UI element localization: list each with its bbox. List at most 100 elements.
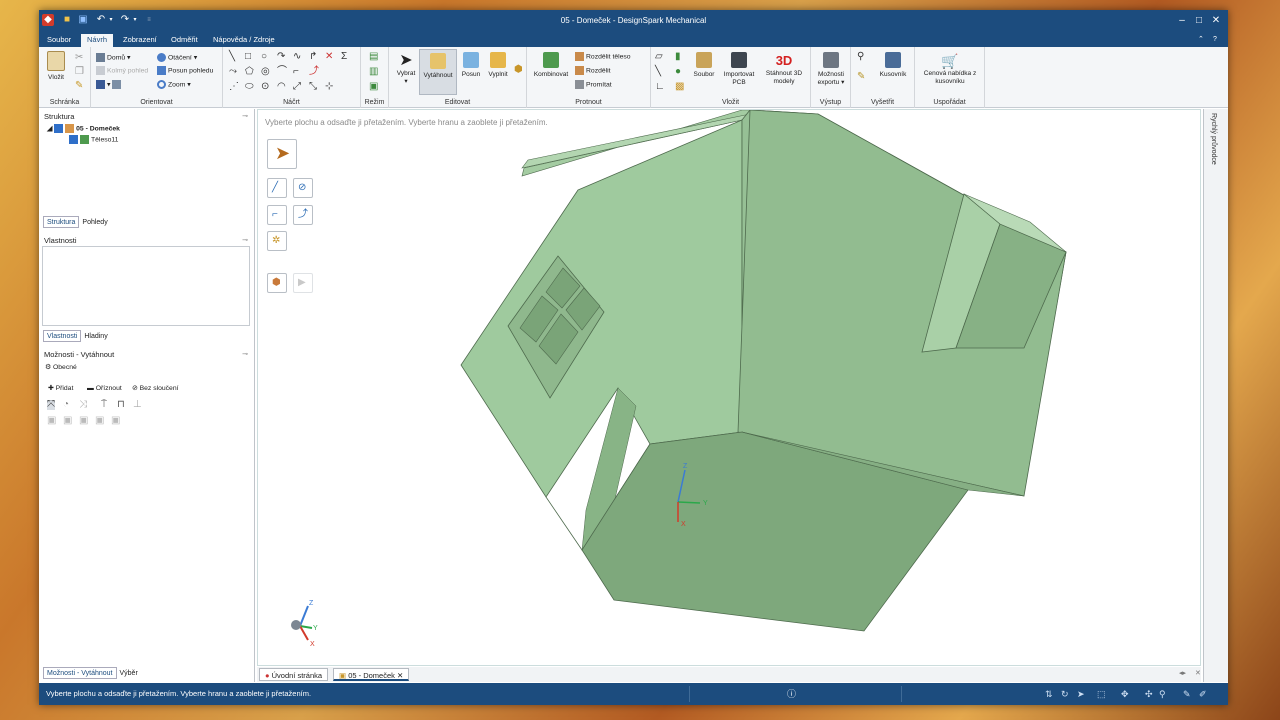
- pin-icon[interactable]: ⊸: [242, 112, 248, 120]
- sketch-status-icon[interactable]: ✎: [1183, 689, 1191, 699]
- pin-icon[interactable]: ⊸: [242, 350, 248, 358]
- extend-tool-icon[interactable]: ⤴: [309, 67, 319, 77]
- spin-button[interactable]: Otáčení ▾: [157, 53, 197, 63]
- paste-button[interactable]: Vložit: [44, 51, 68, 82]
- cut-option[interactable]: ▬ Oříznout: [87, 384, 122, 394]
- select-mode-icon[interactable]: ⇅: [1045, 689, 1053, 699]
- tab-vyber[interactable]: Výběr: [117, 668, 141, 680]
- maximize-icon[interactable]: □: [1192, 14, 1206, 28]
- tab-scroll-icon[interactable]: ◂▸: [1179, 669, 1186, 679]
- general-section[interactable]: ⚙ Obecné: [45, 363, 77, 373]
- line-tool-icon[interactable]: ╲: [229, 52, 235, 62]
- revolve-option-icon[interactable]: ◔: [63, 400, 69, 410]
- tab-struktura[interactable]: Struktura: [43, 216, 80, 228]
- circle-tool-icon[interactable]: ○: [261, 52, 267, 62]
- sweep-option-icon[interactable]: ⤨: [79, 400, 87, 410]
- offset-tool-icon[interactable]: ↱: [309, 52, 317, 62]
- export-options-button[interactable]: Možnosti exportu ▾: [813, 52, 849, 87]
- pivot-option-icon[interactable]: ⊥: [133, 400, 142, 410]
- tab-soubor[interactable]: Soubor: [41, 34, 77, 47]
- sphere-icon[interactable]: ●: [675, 67, 681, 77]
- pan-button[interactable]: Posun pohledu: [157, 66, 213, 76]
- scale-tool-icon[interactable]: ⤢: [293, 82, 301, 92]
- checkbox-icon[interactable]: [69, 135, 78, 144]
- bom-button[interactable]: Kusovník: [875, 52, 911, 79]
- close-icon[interactable]: ✕: [1209, 14, 1223, 28]
- select-button[interactable]: ➤ Vybrat ▾: [393, 52, 419, 86]
- tree-child[interactable]: Těleso11: [69, 135, 118, 145]
- polygon-tool-icon[interactable]: ⬠: [245, 67, 254, 77]
- axis-icon[interactable]: ╲: [655, 67, 661, 77]
- format-painter-icon[interactable]: ✎: [75, 81, 83, 91]
- equation-tool-icon[interactable]: Σ: [341, 52, 347, 62]
- house-model[interactable]: Z Y X Z Y X: [258, 110, 1202, 667]
- home-view-button[interactable]: Domů ▾: [96, 53, 130, 63]
- zoom-status-icon[interactable]: ⚲: [1159, 689, 1166, 699]
- fill-button[interactable]: Vyplnit: [485, 52, 511, 79]
- blend-icon[interactable]: ⬢: [514, 65, 523, 75]
- add-option[interactable]: ✚ Přidat: [48, 384, 73, 394]
- move-tool-icon[interactable]: ⤡: [309, 82, 317, 92]
- option-a-icon[interactable]: ▣: [47, 416, 56, 426]
- tab-navrh[interactable]: Návrh: [81, 34, 114, 47]
- fillet-tool-icon[interactable]: ⌐: [293, 67, 299, 77]
- pin-icon[interactable]: ⊸: [242, 236, 248, 244]
- copy-icon[interactable]: ❐: [75, 67, 84, 77]
- download-3d-button[interactable]: 3D Stáhnout 3D modely: [761, 52, 807, 86]
- tab-hladiny[interactable]: Hladiny: [81, 331, 110, 343]
- help-icon[interactable]: ?: [1207, 34, 1223, 47]
- insert-file-button[interactable]: Soubor: [691, 52, 717, 79]
- plan-view-button[interactable]: Kolmý pohled: [96, 66, 148, 76]
- three-point-circle-icon[interactable]: ◎: [261, 67, 270, 77]
- origin-icon[interactable]: ∟: [655, 82, 665, 92]
- tab-moznosti-vytahnout[interactable]: Možnosti - Vytáhnout: [43, 667, 117, 679]
- split-button[interactable]: Rozdělit: [575, 66, 611, 76]
- split-body-button[interactable]: Rozdělit těleso: [575, 52, 631, 62]
- sweep-arc-icon[interactable]: ⌒: [277, 67, 287, 77]
- ellipse-tool-icon[interactable]: ⬭: [245, 82, 254, 92]
- checkbox-icon[interactable]: [54, 124, 64, 133]
- tab-document[interactable]: ▣ 05 - Domeček ✕: [333, 668, 410, 681]
- tab-napoveda[interactable]: Nápověda / Zdroje: [207, 34, 281, 47]
- pencil-status-icon[interactable]: ✐: [1199, 689, 1207, 699]
- project-tool-icon[interactable]: ⊹: [325, 82, 333, 92]
- tab-vlastnosti[interactable]: Vlastnosti: [43, 330, 82, 342]
- view-triad[interactable]: Z Y X: [291, 600, 318, 648]
- import-pcb-button[interactable]: Importovat PCB: [719, 52, 759, 87]
- cylinder-icon[interactable]: ▮: [675, 52, 681, 62]
- option-d-icon[interactable]: ▣: [95, 416, 104, 426]
- cut-icon[interactable]: ✂: [75, 53, 83, 63]
- select-status-icon[interactable]: ➤: [1077, 689, 1085, 699]
- section-mode-icon[interactable]: ▥: [369, 67, 378, 77]
- arc-tool-icon[interactable]: ↷: [277, 52, 285, 62]
- pan-status-icon[interactable]: ✥: [1121, 689, 1129, 699]
- trim-tool-icon[interactable]: ✕: [325, 52, 333, 62]
- info-icon[interactable]: ⓘ: [787, 689, 796, 699]
- box-select-icon[interactable]: ⬚: [1097, 689, 1106, 699]
- point-tool-icon[interactable]: ⊙: [261, 82, 269, 92]
- box-icon[interactable]: ▩: [675, 82, 684, 92]
- no-merge-option[interactable]: ⊘ Bez sloučení: [132, 384, 179, 394]
- pull-button[interactable]: Vytáhnout: [419, 49, 457, 95]
- pull-option-icon[interactable]: ⤧: [47, 400, 55, 410]
- measure-icon[interactable]: ⚲: [857, 52, 864, 62]
- plane-icon[interactable]: ▱: [655, 52, 663, 62]
- construction-line-icon[interactable]: ⋰: [229, 82, 239, 92]
- option-e-icon[interactable]: ▣: [111, 416, 120, 426]
- spin-status-icon[interactable]: ↻: [1061, 689, 1069, 699]
- close-all-icon[interactable]: ✕: [1195, 669, 1201, 679]
- check-icon[interactable]: ✎: [857, 72, 865, 82]
- 3d-mode-icon[interactable]: ▣: [369, 82, 378, 92]
- 3d-viewport[interactable]: Vyberte plochu a odsaďte ji přetažením. …: [257, 109, 1201, 666]
- move-button[interactable]: Posun: [459, 52, 483, 79]
- rectangle-tool-icon[interactable]: □: [245, 52, 251, 62]
- zoom-button[interactable]: Zoom ▾: [157, 80, 191, 90]
- move-status-icon[interactable]: ✣: [1145, 689, 1153, 699]
- quick-guide-tab[interactable]: Rychlý průvodce: [1210, 113, 1217, 165]
- tab-odmerit[interactable]: Odměřit: [165, 34, 204, 47]
- arc-3pt-icon[interactable]: ◠: [277, 82, 286, 92]
- draft-option-icon[interactable]: ⍑: [101, 400, 107, 410]
- project-button[interactable]: Promítat: [575, 80, 612, 90]
- bom-quote-button[interactable]: 🛒 Cenová nabídka z kusovníku: [917, 52, 983, 86]
- option-b-icon[interactable]: ▣: [63, 416, 72, 426]
